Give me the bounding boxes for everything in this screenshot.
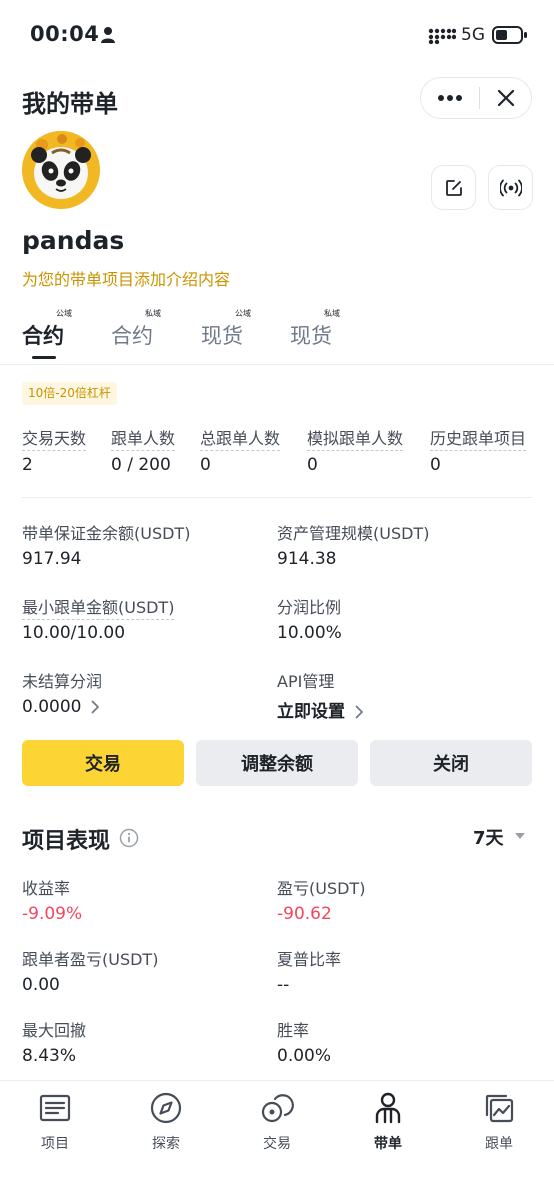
nav-explore[interactable]: 探索 <box>111 1081 221 1171</box>
margin-balance-label: 带单保证金余额(USDT) <box>22 524 191 543</box>
min-copy-value: 10.00/10.00 <box>22 623 126 643</box>
compass-icon <box>150 1092 182 1124</box>
stat-label-total-copiers[interactable]: 总跟单人数 <box>200 425 281 451</box>
stat-label-history-projects[interactable]: 历史跟单项目 <box>430 425 527 451</box>
stat-value-copiers: 0 / 200 <box>111 455 171 475</box>
chevron-right-icon <box>355 705 363 719</box>
status-time: 00:04 <box>30 22 100 46</box>
tab-futures-public[interactable]: 合约 公域 <box>22 309 92 359</box>
person-icon <box>101 27 115 43</box>
edit-icon <box>445 179 462 196</box>
profit-share-value: 10.00% <box>277 623 342 643</box>
info-icon[interactable] <box>119 828 139 848</box>
tab-spot-public[interactable]: 现货 公域 <box>201 309 271 358</box>
mini-app-capsule <box>420 77 532 119</box>
pnl-value: -90.62 <box>277 904 332 924</box>
add-intro-link[interactable]: 为您的带单项目添加介绍内容 <box>22 266 230 290</box>
stat-value-history-projects: 0 <box>430 455 441 475</box>
bottom-tab-bar: 项目 探索 交易 带单 跟单 <box>0 1080 554 1199</box>
unsettled-value: 0.0000 <box>22 697 82 717</box>
tab-label: 合约 <box>111 324 153 348</box>
api-label: API管理 <box>277 672 335 691</box>
profit-share-label: 分润比例 <box>277 598 342 617</box>
nav-label: 探索 <box>152 1136 180 1152</box>
copy-chart-icon <box>485 1094 514 1123</box>
more-button[interactable] <box>421 78 479 118</box>
nav-copy-trading[interactable]: 跟单 <box>444 1081 554 1171</box>
roi-label: 收益率 <box>22 879 71 898</box>
min-copy-label[interactable]: 最小跟单金额(USDT) <box>22 594 175 620</box>
margin-balance-value: 917.94 <box>22 549 82 569</box>
broadcast-icon <box>499 179 522 196</box>
api-setup-link: 立即设置 <box>277 702 345 722</box>
stat-value-total-copiers: 0 <box>200 455 211 475</box>
unsettled-row[interactable]: 0.0000 <box>22 697 100 717</box>
close-project-button[interactable]: 关闭 <box>370 740 532 786</box>
sharpe-label: 夏普比率 <box>277 950 342 969</box>
tab-sup: 私域 <box>145 309 161 318</box>
nav-label: 跟单 <box>485 1136 513 1152</box>
avatar[interactable] <box>22 131 100 209</box>
nav-lead-trading[interactable]: 带单 <box>333 1081 443 1171</box>
cellular-signal-icon <box>428 28 456 44</box>
tab-futures-private[interactable]: 合约 私域 <box>111 309 181 358</box>
copier-pnl-label: 跟单者盈亏(USDT) <box>22 950 159 969</box>
lead-person-icon <box>375 1092 401 1124</box>
page-title: 我的带单 <box>22 90 118 118</box>
trade-button[interactable]: 交易 <box>22 740 184 786</box>
nav-projects[interactable]: 项目 <box>0 1081 110 1171</box>
edit-button[interactable] <box>431 165 476 210</box>
status-bar: 00:04 5G <box>0 0 554 70</box>
battery-icon <box>492 26 527 44</box>
stat-label-trading-days[interactable]: 交易天数 <box>22 425 87 451</box>
tab-label: 现货 <box>201 324 243 348</box>
win-rate-value: 0.00% <box>277 1046 332 1066</box>
list-icon <box>39 1094 71 1122</box>
tab-sup: 私域 <box>324 309 340 318</box>
stat-value-trading-days: 2 <box>22 455 33 475</box>
win-rate-label: 胜率 <box>277 1021 310 1040</box>
tab-label: 合约 <box>22 324 64 348</box>
tab-sup: 公域 <box>56 309 72 318</box>
stat-label-mock-copiers[interactable]: 模拟跟单人数 <box>307 425 404 451</box>
tab-label: 现货 <box>290 324 332 348</box>
stat-value-mock-copiers: 0 <box>307 455 318 475</box>
close-icon <box>497 89 514 107</box>
period-select[interactable]: 7天 <box>473 824 504 850</box>
trade-coins-icon <box>261 1094 294 1123</box>
performance-title: 项目表现 <box>22 829 111 854</box>
section-divider <box>22 497 532 498</box>
api-setup-row[interactable]: 立即设置 <box>277 697 364 722</box>
pnl-label: 盈亏(USDT) <box>277 879 366 898</box>
username: pandas <box>22 226 125 255</box>
leverage-badge: 10倍-20倍杠杆 <box>22 382 117 405</box>
caret-down-icon[interactable] <box>514 832 526 840</box>
aum-label: 资产管理规模(USDT) <box>277 524 430 543</box>
adjust-balance-button[interactable]: 调整余额 <box>196 740 358 786</box>
nav-trade[interactable]: 交易 <box>222 1081 332 1171</box>
tab-spot-private[interactable]: 现货 私域 <box>290 309 360 358</box>
chevron-right-icon <box>92 700 100 714</box>
unsettled-label: 未结算分润 <box>22 672 103 691</box>
tab-sup: 公域 <box>235 309 251 318</box>
stat-label-copiers[interactable]: 跟单人数 <box>111 425 176 451</box>
nav-label: 交易 <box>263 1136 291 1152</box>
roi-value: -9.09% <box>22 904 83 924</box>
panda-avatar-icon <box>22 131 100 209</box>
more-dots-icon <box>438 95 462 101</box>
nav-label: 项目 <box>41 1136 69 1152</box>
close-button[interactable] <box>480 78 531 118</box>
broadcast-button[interactable] <box>488 165 533 210</box>
sharpe-value: -- <box>277 975 290 995</box>
market-tabs: 合约 公域 合约 私域 现货 公域 现货 私域 <box>22 309 542 359</box>
max-drawdown-value: 8.43% <box>22 1046 77 1066</box>
nav-label: 带单 <box>374 1136 402 1152</box>
tab-indicator <box>32 356 56 359</box>
network-type: 5G <box>461 25 485 45</box>
copier-pnl-value: 0.00 <box>22 975 60 995</box>
aum-value: 914.38 <box>277 549 337 569</box>
tab-divider <box>0 364 554 365</box>
max-drawdown-label: 最大回撤 <box>22 1021 87 1040</box>
